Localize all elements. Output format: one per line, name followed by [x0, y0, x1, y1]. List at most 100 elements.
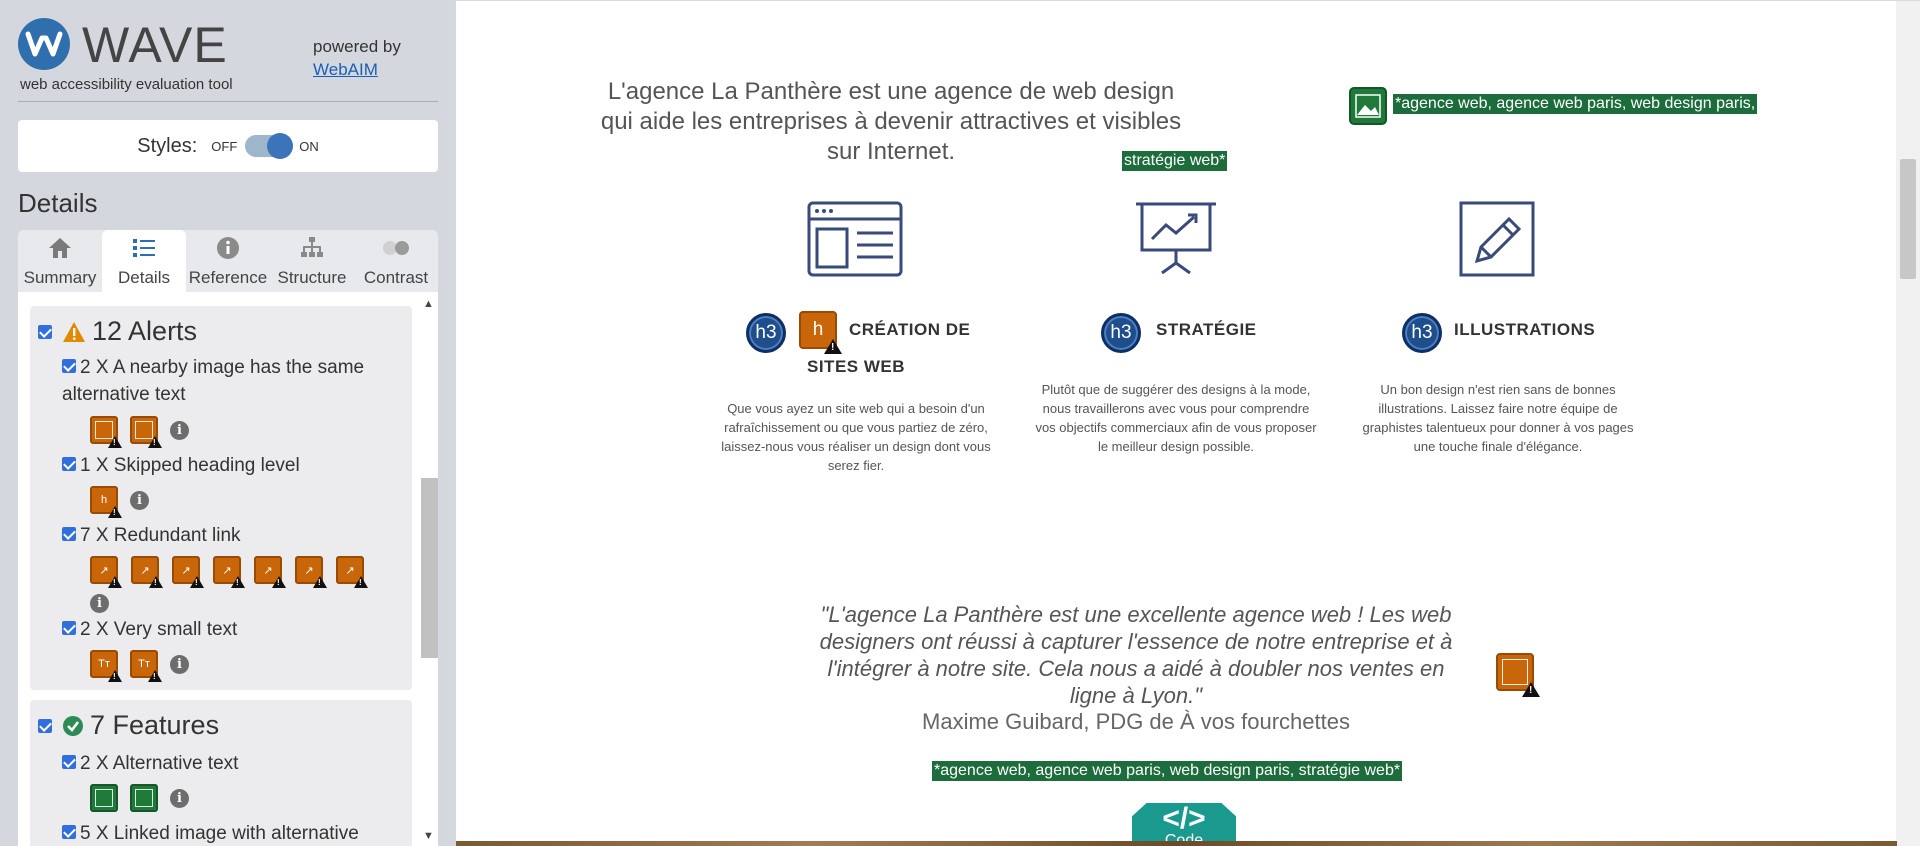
alert-item-checkbox[interactable] — [62, 621, 76, 636]
alert-item-checkbox[interactable] — [62, 527, 76, 542]
home-icon — [47, 234, 73, 262]
redundant-link-alert-icon[interactable]: ↗ — [295, 556, 327, 588]
alt-text-feature-icon[interactable] — [1349, 87, 1387, 125]
alert-item-skipped-heading: 1 X Skipped heading level — [62, 452, 402, 479]
details-heading: Details — [18, 188, 98, 218]
styles-off-label: OFF — [211, 138, 238, 154]
alt-text-keywords-bottom: *agence web, agence web paris, web desig… — [932, 761, 1403, 781]
skipped-heading-alert-icon[interactable]: h — [799, 311, 842, 354]
service-title-illustrations: ILLUSTRATIONS — [1454, 320, 1596, 339]
alerts-checkbox[interactable] — [38, 324, 52, 339]
features-checkbox[interactable] — [38, 718, 52, 733]
webaim-link[interactable]: WebAIM — [313, 60, 378, 79]
alerts-heading-text: 12 Alerts — [92, 316, 198, 346]
feature-item-alt-text: 2 X Alternative text — [62, 750, 402, 777]
styles-label: Styles: — [137, 134, 198, 157]
small-text-alert-icon[interactable]: Tт — [90, 650, 122, 682]
scroll-thumb[interactable] — [421, 478, 438, 658]
tab-label: Structure — [277, 268, 347, 287]
alert-item-label: 1 X Skipped heading level — [80, 455, 300, 476]
alert-item-label: 7 X Redundant link — [80, 525, 241, 546]
scroll-up-arrow[interactable]: ▲ — [423, 298, 434, 310]
divider — [18, 101, 438, 102]
alert-icons-skipped: h i — [90, 486, 149, 518]
page-scrollbar[interactable] — [1896, 1, 1920, 846]
code-icon: </> — [1162, 802, 1206, 835]
skipped-heading-alert-icon[interactable]: h — [90, 486, 122, 518]
alert-icons-nearby: i — [90, 416, 189, 448]
alt-text-feature-icon[interactable] — [90, 784, 118, 812]
features-heading-text: 7 Features — [90, 710, 220, 740]
redundant-link-alert-icon[interactable]: ↗ — [90, 556, 122, 588]
info-icon[interactable]: i — [90, 594, 109, 613]
redundant-link-alert-icon[interactable]: ↗ — [213, 556, 245, 588]
feature-item-label: 2 X Alternative text — [80, 753, 239, 774]
code-toggle-button[interactable]: </> Code — [1132, 803, 1236, 846]
tab-details[interactable]: Details — [102, 230, 186, 292]
service-text-illustrations: Un bon design n'est rien sans de bonnes … — [1362, 382, 1634, 454]
tab-summary[interactable]: Summary — [18, 230, 102, 292]
info-icon[interactable]: i — [130, 490, 149, 510]
alert-icons-small-text: Tт Tт i — [90, 650, 189, 682]
tab-structure[interactable]: Structure — [270, 230, 354, 292]
panel-scrollbar[interactable]: ▲ ▼ — [420, 298, 438, 846]
redundant-link-alert-icon[interactable]: ↗ — [131, 556, 163, 588]
page-scroll-thumb[interactable] — [1900, 159, 1916, 279]
feature-item-linked-image: 5 X Linked image with alternative — [62, 820, 402, 846]
service-text-creation: Que vous ayez un site web qui a besoin d… — [721, 401, 991, 473]
footer-image-strip — [456, 841, 1897, 846]
service-title-creation: CRÉATION DE — [849, 320, 971, 339]
alert-item-label: 2 X Very small text — [80, 619, 238, 640]
small-text-alert-icon[interactable]: Tт — [130, 650, 162, 682]
alert-item-checkbox[interactable] — [62, 359, 76, 374]
wave-title: WAVE — [82, 17, 228, 73]
feature-icons-alt-text: i — [90, 784, 189, 812]
toggle-knob — [267, 133, 294, 159]
h3-heading-icon[interactable]: h3 — [746, 313, 786, 353]
alerts-heading: 12 Alerts — [38, 316, 197, 347]
wave-subtitle: web accessibility evaluation tool — [20, 76, 233, 93]
tab-reference[interactable]: Reference — [186, 230, 270, 292]
nearby-image-alert-icon[interactable] — [90, 416, 122, 448]
feature-item-checkbox[interactable] — [62, 825, 76, 840]
info-icon[interactable]: i — [170, 654, 189, 674]
h3-heading-icon[interactable]: h3 — [1402, 313, 1442, 353]
styles-on-label: ON — [299, 138, 319, 154]
tab-contrast[interactable]: Contrast — [354, 230, 438, 292]
presentation-chart-icon — [1136, 201, 1216, 282]
feature-item-label: 5 X Linked image with alternative — [80, 823, 359, 844]
h3-heading-icon[interactable]: h3 — [1101, 313, 1141, 353]
wave-logo-icon — [18, 18, 70, 70]
styles-toggle[interactable] — [245, 133, 294, 159]
pencil-edit-icon — [1459, 201, 1535, 282]
contrast-icon — [380, 234, 412, 262]
wave-sidebar: WAVE web accessibility evaluation tool p… — [0, 0, 455, 846]
powered-by: powered by WebAIM — [313, 36, 401, 82]
scroll-down-arrow[interactable]: ▼ — [423, 830, 434, 842]
list-icon — [131, 234, 157, 262]
wave-tabs: Summary Details Reference Structure Cont… — [18, 230, 438, 292]
nearby-image-alert-icon[interactable] — [130, 416, 162, 448]
powered-by-text: powered by — [313, 37, 401, 56]
testimonial-author: Maxime Guibard, PDG de À vos fourchettes — [922, 709, 1350, 734]
alt-text-feature-icon[interactable] — [130, 784, 158, 812]
info-icon[interactable]: i — [170, 788, 189, 808]
tab-label: Summary — [23, 268, 97, 287]
structure-icon — [299, 234, 325, 262]
info-icon[interactable]: i — [170, 420, 189, 440]
alert-icons-redundant: ↗ ↗ ↗ ↗ ↗ ↗ ↗ — [90, 556, 368, 588]
alert-item-checkbox[interactable] — [62, 457, 76, 472]
tab-label: Details — [118, 268, 170, 287]
redundant-link-alert-icon[interactable]: ↗ — [336, 556, 368, 588]
nearby-image-alert-icon[interactable] — [1496, 653, 1540, 697]
service-title-creation-cont: SITES WEB — [807, 357, 906, 376]
service-text-strategie: Plutôt que de suggérer des designs à la … — [1035, 382, 1317, 454]
alert-icons-redundant-info: i — [90, 594, 109, 613]
tab-label: Contrast — [363, 268, 429, 287]
tab-label: Reference — [188, 268, 268, 287]
alert-item-nearby-image: 2 X A nearby image has the same alternat… — [62, 354, 402, 408]
feature-item-checkbox[interactable] — [62, 755, 76, 770]
redundant-link-alert-icon[interactable]: ↗ — [172, 556, 204, 588]
browser-window-icon — [807, 201, 903, 282]
redundant-link-alert-icon[interactable]: ↗ — [254, 556, 286, 588]
